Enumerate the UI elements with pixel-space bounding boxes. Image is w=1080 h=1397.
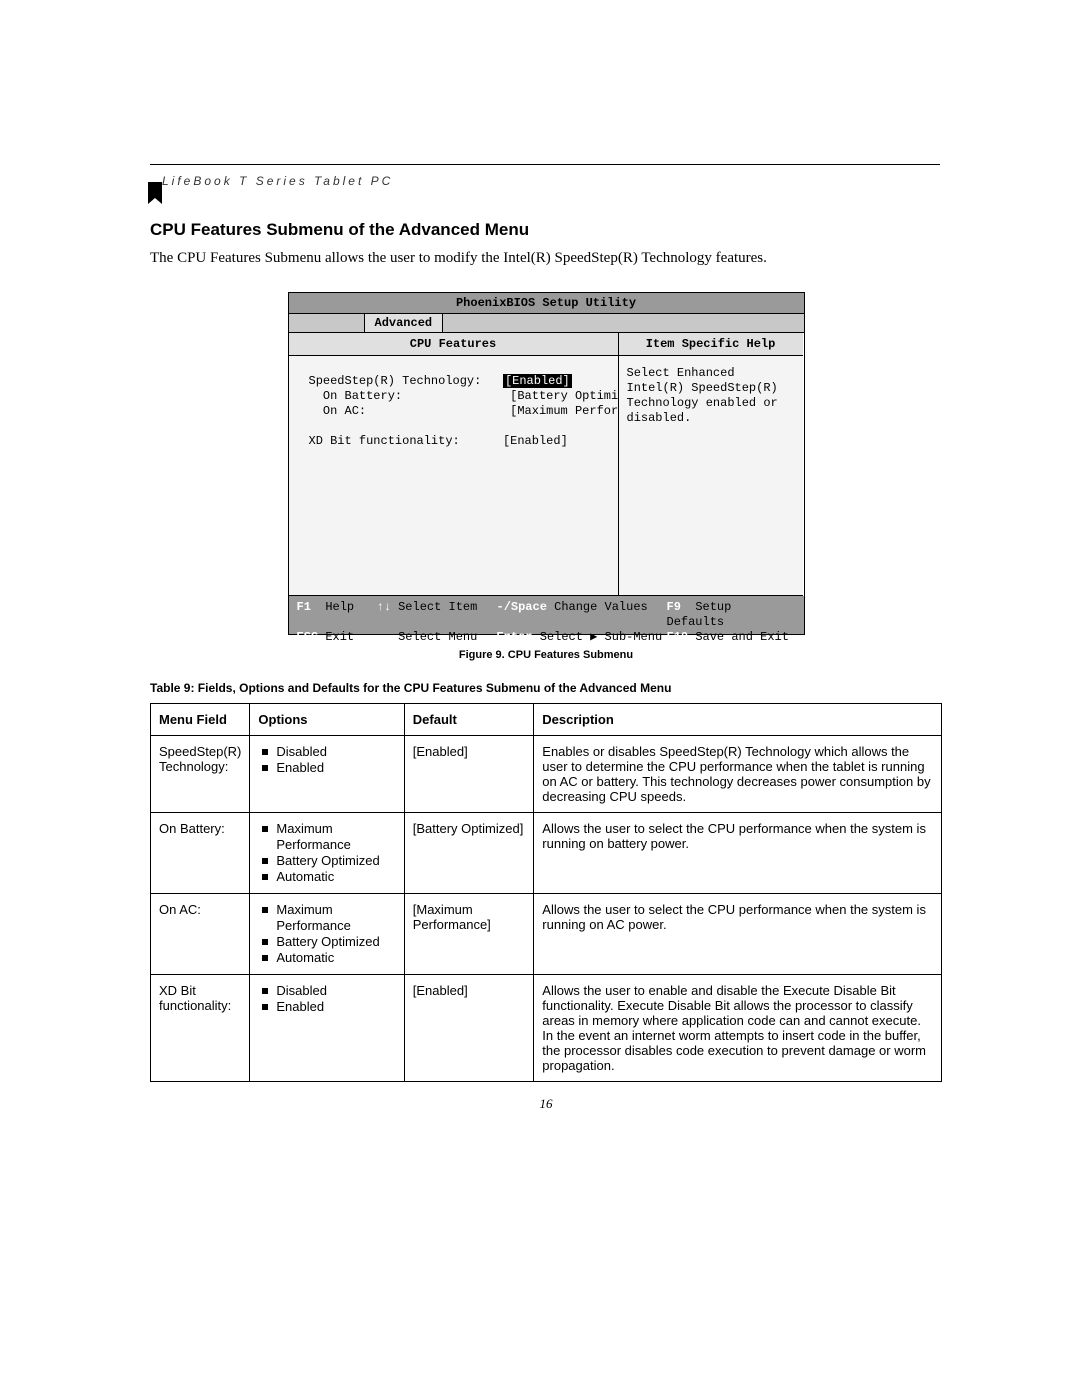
cell-menu-field: XD Bit functionality:	[151, 975, 250, 1082]
page-number: 16	[150, 1096, 942, 1112]
option-item: Automatic	[268, 950, 395, 966]
option-item: Automatic	[268, 869, 395, 885]
footer-enter: Enter	[497, 630, 533, 644]
intro-text: The CPU Features Submenu allows the user…	[150, 248, 942, 268]
bios-menubar-spacer	[289, 314, 365, 332]
cell-default: [Battery Optimized]	[404, 813, 534, 894]
footer-leftright: ←→	[377, 630, 391, 644]
table-row: On AC:Maximum PerformanceBattery Optimiz…	[151, 894, 942, 975]
bios-help-body: Select Enhanced Intel(R) SpeedStep(R) Te…	[619, 356, 803, 596]
field-speedstep-label: SpeedStep(R) Technology:	[309, 374, 482, 388]
bios-pane-left: CPU Features SpeedStep(R) Technology: [E…	[289, 333, 619, 596]
cell-options: Maximum PerformanceBattery OptimizedAuto…	[250, 894, 404, 975]
table-caption: Table 9: Fields, Options and Defaults fo…	[150, 681, 942, 695]
footer-save-exit: Save and Exit	[695, 630, 789, 644]
option-item: Enabled	[268, 999, 395, 1015]
option-item: Battery Optimized	[268, 934, 395, 950]
cell-default: [Maximum Performance]	[404, 894, 534, 975]
th-options: Options	[250, 704, 404, 736]
footer-esc: ESC	[297, 630, 319, 644]
cell-options: DisabledEnabled	[250, 736, 404, 813]
footer-change-values: Change Values	[554, 600, 648, 614]
section-heading: CPU Features Submenu of the Advanced Men…	[150, 220, 942, 240]
bios-body: SpeedStep(R) Technology: [Enabled] On Ba…	[289, 356, 618, 596]
cell-default: [Enabled]	[404, 736, 534, 813]
footer-exit: Exit	[325, 630, 354, 644]
th-description: Description	[534, 704, 942, 736]
footer-f1: F1	[297, 600, 311, 614]
table-header-row: Menu Field Options Default Description	[151, 704, 942, 736]
option-item: Maximum Performance	[268, 821, 395, 853]
running-head: LifeBook T Series Tablet PC	[162, 174, 393, 188]
field-onac-label: On AC:	[309, 404, 367, 418]
fields-table: Menu Field Options Default Description S…	[150, 703, 942, 1082]
cell-description: Allows the user to enable and disable th…	[534, 975, 942, 1082]
cell-options: DisabledEnabled	[250, 975, 404, 1082]
option-item: Maximum Performance	[268, 902, 395, 934]
field-xd-value: [Enabled]	[503, 434, 568, 448]
bios-tab-advanced: Advanced	[365, 314, 444, 332]
cell-menu-field: SpeedStep(R) Technology:	[151, 736, 250, 813]
field-speedstep-value: [Enabled]	[503, 374, 572, 388]
bios-left-subtitle: CPU Features	[289, 333, 618, 356]
cell-description: Enables or disables SpeedStep(R) Technol…	[534, 736, 942, 813]
bios-footer: F1 Help ↑↓ Select Item -/Space Change Va…	[289, 596, 804, 634]
field-onbattery-label: On Battery:	[309, 389, 403, 403]
cell-menu-field: On AC:	[151, 894, 250, 975]
footer-select-item: Select Item	[398, 600, 477, 614]
option-item: Battery Optimized	[268, 853, 395, 869]
cell-description: Allows the user to select the CPU perfor…	[534, 813, 942, 894]
option-item: Disabled	[268, 983, 395, 999]
footer-select-submenu: Select ▶ Sub-Menu	[540, 630, 662, 644]
content: CPU Features Submenu of the Advanced Men…	[150, 220, 942, 1112]
table-row: On Battery:Maximum PerformanceBattery Op…	[151, 813, 942, 894]
cell-description: Allows the user to select the CPU perfor…	[534, 894, 942, 975]
figure-caption: Figure 9. CPU Features Submenu	[150, 649, 942, 661]
bios-title: PhoenixBIOS Setup Utility	[289, 293, 804, 314]
bios-right-subtitle: Item Specific Help	[619, 333, 803, 356]
top-rule	[150, 164, 940, 165]
th-default: Default	[404, 704, 534, 736]
field-xd-label: XD Bit functionality:	[309, 434, 460, 448]
footer-minus-space: -/Space	[497, 600, 547, 614]
th-menu-field: Menu Field	[151, 704, 250, 736]
cell-options: Maximum PerformanceBattery OptimizedAuto…	[250, 813, 404, 894]
bios-screenshot: PhoenixBIOS Setup Utility Advanced CPU F…	[288, 292, 805, 635]
cell-default: [Enabled]	[404, 975, 534, 1082]
footer-help: Help	[325, 600, 354, 614]
footer-f10: F10	[667, 630, 689, 644]
footer-select-menu: Select Menu	[398, 630, 477, 644]
table-row: SpeedStep(R) Technology:DisabledEnabled[…	[151, 736, 942, 813]
footer-updown: ↑↓	[377, 600, 391, 614]
bios-pane-right: Item Specific Help Select Enhanced Intel…	[619, 333, 803, 596]
option-item: Enabled	[268, 760, 395, 776]
page: LifeBook T Series Tablet PC CPU Features…	[0, 0, 1080, 1397]
table-row: XD Bit functionality:DisabledEnabled[Ena…	[151, 975, 942, 1082]
option-item: Disabled	[268, 744, 395, 760]
page-tab-icon	[148, 182, 162, 204]
bios-menubar: Advanced	[289, 314, 804, 333]
cell-menu-field: On Battery:	[151, 813, 250, 894]
footer-f9: F9	[667, 600, 681, 614]
